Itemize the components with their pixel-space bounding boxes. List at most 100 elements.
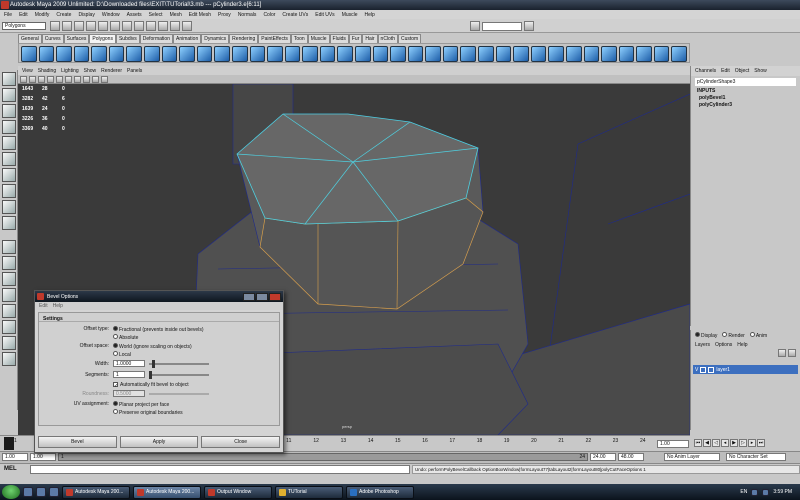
smooth-icon[interactable] xyxy=(337,46,353,62)
mel-input[interactable] xyxy=(30,465,410,474)
extrude-icon[interactable] xyxy=(495,46,512,62)
triangulate-icon[interactable] xyxy=(372,46,389,62)
combine-icon[interactable] xyxy=(214,46,230,62)
persp-graph-layout-icon[interactable] xyxy=(1,288,16,302)
layer-row[interactable]: V layer1 xyxy=(693,365,798,374)
channel-object-menu[interactable]: Object xyxy=(735,68,749,74)
anim-layer-dropdown[interactable]: No Anim Layer xyxy=(664,453,720,461)
show-desktop-icon[interactable] xyxy=(23,487,33,497)
layer-visibility-toggle[interactable]: V xyxy=(695,367,698,373)
universal-manipulator-icon[interactable] xyxy=(1,168,16,182)
ipr-render-icon[interactable] xyxy=(170,21,180,31)
play-forward-icon[interactable]: ▶ xyxy=(730,439,738,447)
single-perspective-layout-icon[interactable] xyxy=(1,240,16,254)
select-tool-icon[interactable] xyxy=(1,72,16,86)
camera-attributes-icon[interactable] xyxy=(20,76,27,83)
menu-normals[interactable]: Normals xyxy=(238,12,257,18)
fill-hole-icon[interactable] xyxy=(407,46,424,62)
taskbar-item-output-window[interactable]: Output Window xyxy=(204,485,272,499)
offset-space-world-radio[interactable]: World (ignore scaling on objects) xyxy=(113,343,192,350)
channel-show-menu[interactable]: Show xyxy=(754,68,767,74)
lights-icon[interactable] xyxy=(83,76,90,83)
channel-edit-menu[interactable]: Edit xyxy=(721,68,730,74)
shelf-tab-polygons[interactable]: Polygons xyxy=(89,34,116,43)
menu-proxy[interactable]: Proxy xyxy=(218,12,231,18)
menu-create[interactable]: Create xyxy=(56,12,71,18)
animation-end-field[interactable]: 48.00 xyxy=(618,453,644,461)
move-tool-icon[interactable] xyxy=(1,120,16,134)
xray-icon[interactable] xyxy=(101,76,108,83)
poly-pyramid-icon[interactable] xyxy=(144,46,160,62)
merge-icon[interactable] xyxy=(548,46,564,62)
panel-menu-renderer[interactable]: Renderer xyxy=(101,68,122,74)
dialog-help-menu[interactable]: Help xyxy=(53,303,63,309)
poly-cone-icon[interactable] xyxy=(73,46,90,62)
shelf-tab-custom[interactable]: Custom xyxy=(398,34,422,43)
bevel-button[interactable]: Bevel xyxy=(38,436,117,448)
step-back-key-icon[interactable]: ◁ xyxy=(712,439,720,447)
separate-icon[interactable] xyxy=(231,46,248,62)
shelf-tab-animation[interactable]: Animation xyxy=(172,34,202,43)
segments-field[interactable]: 1 xyxy=(113,371,145,378)
paint-select-tool-icon[interactable] xyxy=(1,104,16,118)
wedge-face-icon[interactable] xyxy=(653,46,670,62)
select-hierarchy-icon[interactable] xyxy=(86,21,96,31)
current-frame-field[interactable]: 1.00 xyxy=(657,440,689,448)
range-slider[interactable]: 1 24 xyxy=(58,453,588,461)
shelf-tab-painteffects[interactable]: PaintEffects xyxy=(258,34,291,43)
menu-select[interactable]: Select xyxy=(149,12,163,18)
merge-to-center-icon[interactable] xyxy=(565,46,582,62)
wireframe-icon[interactable] xyxy=(56,76,63,83)
layer-options-menu[interactable]: Options xyxy=(715,342,732,348)
poly-prism-icon[interactable] xyxy=(126,46,143,62)
network-icon[interactable] xyxy=(751,488,759,496)
panel-menu-view[interactable]: View xyxy=(22,68,33,74)
layer-type-toggle[interactable] xyxy=(700,366,707,373)
volume-icon[interactable] xyxy=(762,488,770,496)
select-object-icon[interactable] xyxy=(98,21,108,31)
snap-point-icon[interactable] xyxy=(146,21,156,31)
soft-mod-tool-icon[interactable] xyxy=(1,184,16,198)
render-layer-radio[interactable]: Render xyxy=(722,332,745,339)
snap-grid-icon[interactable] xyxy=(122,21,132,31)
menu-edit-mesh[interactable]: Edit Mesh xyxy=(189,12,211,18)
menu-mesh[interactable]: Mesh xyxy=(170,12,182,18)
render-settings-icon[interactable] xyxy=(182,21,192,31)
go-to-end-icon[interactable]: ⏭ xyxy=(757,439,765,447)
shelf-tab-dynamics[interactable]: Dynamics xyxy=(201,34,230,43)
character-set-dropdown[interactable]: No Character Set xyxy=(726,453,786,461)
panel-menu-lighting[interactable]: Lighting xyxy=(61,68,79,74)
menu-modify[interactable]: Modify xyxy=(35,12,50,18)
insert-edge-loop-icon[interactable] xyxy=(460,46,477,62)
menu-window[interactable]: Window xyxy=(102,12,120,18)
render-icon[interactable] xyxy=(158,21,168,31)
menu-assets[interactable]: Assets xyxy=(127,12,142,18)
menu-edit-uvs[interactable]: Edit UVs xyxy=(315,12,334,18)
graph-editor-layout-icon[interactable] xyxy=(1,352,16,366)
maximize-button[interactable] xyxy=(256,292,268,301)
taskbar-item-maya-2[interactable]: Autodesk Maya 200... xyxy=(133,485,201,499)
poly-cylinder-icon[interactable] xyxy=(56,46,72,62)
animation-start-field[interactable]: 1.00 xyxy=(2,453,28,461)
input-line-icon[interactable] xyxy=(470,21,480,31)
textured-icon[interactable] xyxy=(74,76,81,83)
segments-slider-track[interactable] xyxy=(149,374,209,376)
menu-create-uvs[interactable]: Create UVs xyxy=(282,12,308,18)
menu-set-dropdown[interactable]: Polygons xyxy=(2,22,46,30)
dialog-edit-menu[interactable]: Edit xyxy=(39,303,48,309)
shape-node-name[interactable]: pCylinderShape3 xyxy=(695,78,796,86)
offset-type-fractional-radio[interactable]: Fractional (prevents inside out bevels) xyxy=(113,326,204,333)
media-player-icon[interactable] xyxy=(49,487,59,497)
offset-space-local-radio[interactable]: Local xyxy=(113,351,131,358)
anim-layer-radio[interactable]: Anim xyxy=(749,332,767,339)
settings-section-header[interactable]: Settings xyxy=(39,313,279,322)
poly-cube-icon[interactable] xyxy=(38,46,55,62)
shelf-tab-surfaces[interactable]: Surfaces xyxy=(63,34,90,43)
open-scene-icon[interactable] xyxy=(62,21,72,31)
mirror-geometry-icon[interactable] xyxy=(319,46,336,62)
playback-start-field[interactable]: 1.00 xyxy=(30,453,56,461)
boolean-union-icon[interactable] xyxy=(267,46,283,62)
quadrangulate-icon[interactable] xyxy=(390,46,406,62)
new-scene-icon[interactable] xyxy=(50,21,60,31)
bookmark-icon[interactable] xyxy=(29,76,36,83)
